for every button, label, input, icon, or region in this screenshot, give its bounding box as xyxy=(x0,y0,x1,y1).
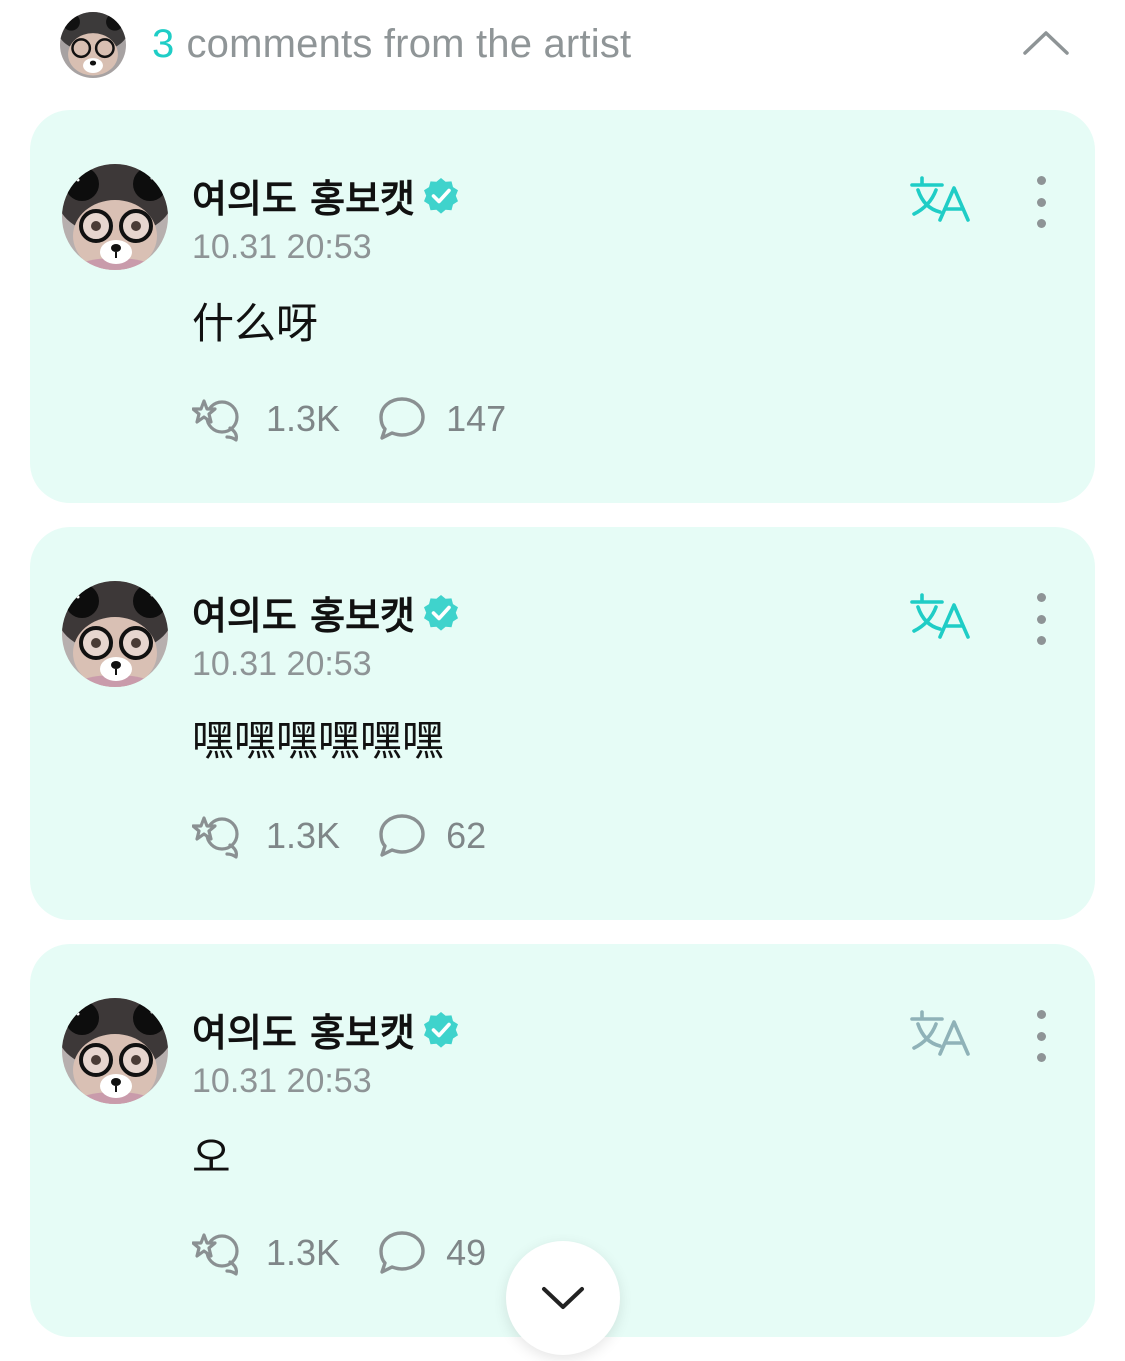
artist-avatar-small xyxy=(60,12,126,78)
artist-comment-card: 여의도 홍보캣 10.31 20:53 嘿嘿嘿嘿嘿嘿 1.3K 62 xyxy=(30,527,1095,920)
reply-icon xyxy=(379,397,425,440)
reply-icon xyxy=(379,814,425,857)
reply-button[interactable]: 62 xyxy=(378,813,486,859)
translate-button[interactable] xyxy=(910,1008,974,1060)
like-button[interactable]: 1.3K xyxy=(192,395,340,443)
artist-avatar[interactable] xyxy=(62,164,168,270)
artist-comments-label: comments from the artist xyxy=(186,22,632,66)
reply-icon xyxy=(379,1231,425,1274)
artist-comments-count: 3 xyxy=(152,22,175,66)
reply-button[interactable]: 49 xyxy=(378,1230,486,1276)
verified-badge-icon xyxy=(424,177,458,214)
comment-timestamp: 10.31 20:53 xyxy=(192,1062,372,1100)
artist-avatar[interactable] xyxy=(62,581,168,687)
comment-author-name: 여의도 홍보캣 xyxy=(192,177,415,221)
chevron-up-icon xyxy=(1023,31,1069,55)
more-options-button[interactable] xyxy=(1026,593,1056,645)
comment-actions: 1.3K 49 xyxy=(192,1228,486,1278)
artist-comments-panel: 3 comments from the artist 여의도 홍보캣 10.31… xyxy=(0,0,1125,1361)
scroll-down-button[interactable] xyxy=(506,1241,620,1355)
more-dot xyxy=(1036,1010,1046,1019)
like-button[interactable]: 1.3K xyxy=(192,1229,340,1277)
verified-badge-icon xyxy=(424,594,458,631)
reply-count: 62 xyxy=(446,815,487,856)
more-options-button[interactable] xyxy=(1026,176,1056,228)
more-options-button[interactable] xyxy=(1026,1010,1056,1062)
like-button[interactable]: 1.3K xyxy=(192,812,340,860)
more-dot xyxy=(1036,1031,1046,1041)
comment-author-name: 여의도 홍보캣 xyxy=(192,1011,415,1055)
more-dot xyxy=(1036,197,1046,207)
artist-comments-header[interactable]: 3 comments from the artist xyxy=(0,0,1125,92)
more-dot xyxy=(1036,1053,1046,1062)
reply-count: 147 xyxy=(446,398,507,439)
chevron-down-icon xyxy=(542,1287,584,1309)
comment-author[interactable]: 여의도 홍보캣 xyxy=(192,168,461,223)
comment-author-name: 여의도 홍보캣 xyxy=(192,594,415,638)
translate-icon xyxy=(910,593,970,639)
like-count: 1.3K xyxy=(266,1232,341,1273)
reply-button[interactable]: 147 xyxy=(378,396,506,442)
like-icon xyxy=(192,399,239,442)
artist-comment-card: 여의도 홍보캣 10.31 20:53 什么呀 1.3K 147 xyxy=(30,110,1095,503)
collapse-button[interactable] xyxy=(1018,22,1074,62)
comment-text: 嘿嘿嘿嘿嘿嘿 xyxy=(192,716,445,765)
more-dot xyxy=(1036,614,1046,624)
more-dot xyxy=(1036,636,1046,645)
translate-button[interactable] xyxy=(910,591,974,643)
comment-actions: 1.3K 62 xyxy=(192,811,486,861)
more-dot xyxy=(1036,176,1046,185)
like-icon xyxy=(192,1233,239,1276)
like-count: 1.3K xyxy=(266,398,341,439)
like-icon xyxy=(192,816,239,859)
comment-text: 오 xyxy=(192,1133,231,1182)
like-count: 1.3K xyxy=(266,815,341,856)
comment-text: 什么呀 xyxy=(192,299,319,348)
comment-timestamp: 10.31 20:53 xyxy=(192,228,372,266)
comment-author[interactable]: 여의도 홍보캣 xyxy=(192,1002,461,1057)
artist-avatar[interactable] xyxy=(62,998,168,1104)
artist-comments-title: 3 comments from the artist xyxy=(152,22,631,67)
reply-count: 49 xyxy=(446,1232,487,1273)
comment-timestamp: 10.31 20:53 xyxy=(192,645,372,683)
more-dot xyxy=(1036,219,1046,228)
more-dot xyxy=(1036,593,1046,602)
translate-button[interactable] xyxy=(910,174,974,226)
translate-icon xyxy=(910,176,970,222)
verified-badge-icon xyxy=(424,1011,458,1048)
comment-author[interactable]: 여의도 홍보캣 xyxy=(192,585,461,640)
translate-icon xyxy=(910,1010,970,1056)
comment-actions: 1.3K 147 xyxy=(192,394,506,444)
